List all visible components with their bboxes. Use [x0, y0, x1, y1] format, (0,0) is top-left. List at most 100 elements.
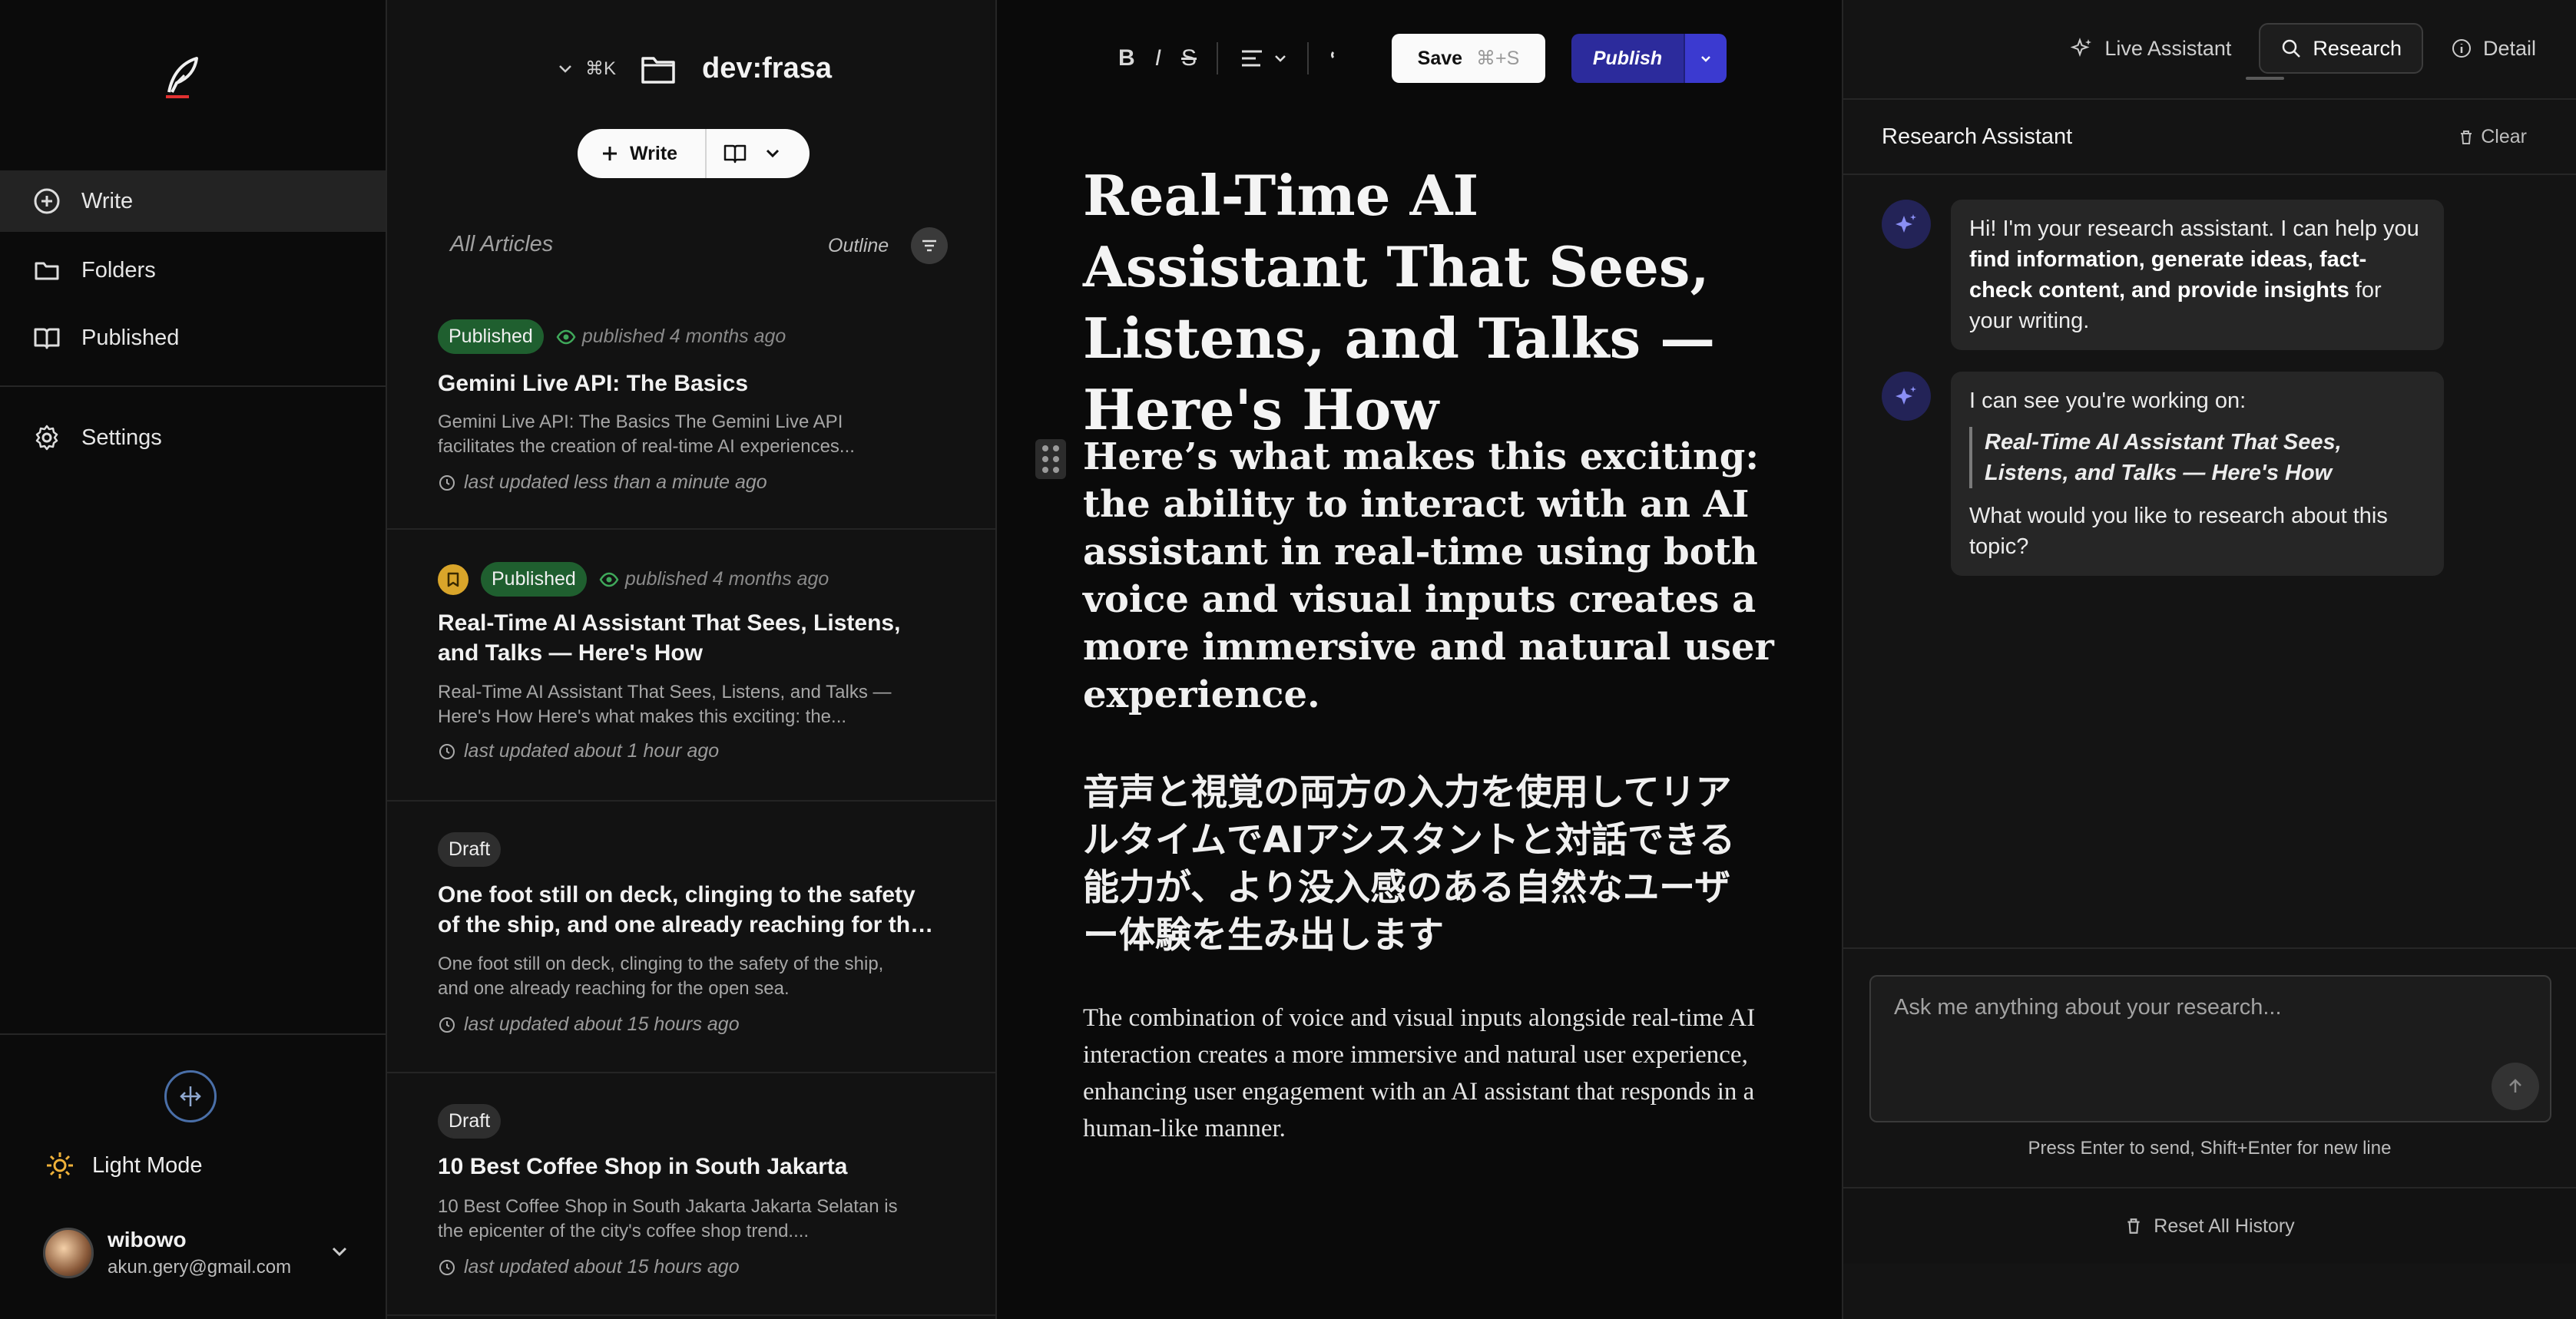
block-drag-handle[interactable] — [1035, 439, 1066, 479]
tab-research[interactable]: Research — [2259, 23, 2423, 74]
article-excerpt: Gemini Live API: The Basics The Gemini L… — [438, 412, 855, 457]
nav-divider — [0, 385, 386, 387]
write-label: Write — [630, 142, 678, 164]
nav-published[interactable]: Published — [0, 307, 386, 369]
reset-history-button[interactable]: Reset All History — [1843, 1187, 2576, 1264]
assistant-message: Hi! I'm your research assistant. I can h… — [1882, 200, 2444, 350]
article-updated: last updated about 15 hours ago — [438, 1256, 740, 1278]
folder-icon — [35, 262, 59, 280]
status-badge: Published — [481, 562, 587, 597]
toolbar-divider — [1217, 42, 1219, 74]
avatar — [43, 1228, 94, 1278]
clock-icon — [439, 1017, 455, 1033]
article-excerpt: Real-Time AI Assistant That Sees, Listen… — [438, 682, 892, 727]
list-item[interactable]: Published published 4 months ago Real-Ti… — [387, 530, 995, 802]
chevron-down-icon — [766, 149, 780, 158]
article-title: One foot still on deck, clinging to the … — [438, 882, 923, 937]
view-mode-button[interactable] — [707, 143, 782, 164]
toolbar-divider — [1307, 42, 1310, 74]
list-item[interactable]: Published published 4 months ago Gemini … — [387, 299, 995, 530]
article-excerpt: 10 Best Coffee Shop in South Jakarta Jak… — [438, 1196, 898, 1241]
plus-circle-icon — [34, 188, 60, 214]
save-button[interactable]: Save ⌘+S — [1392, 34, 1545, 83]
folder-icon — [641, 56, 675, 84]
message-bubble: Hi! I'm your research assistant. I can h… — [1951, 200, 2444, 350]
collapse-icon — [180, 1086, 201, 1106]
active-tab-indicator — [2246, 77, 2284, 80]
article-title-editor[interactable]: Real-Time AI Assistant That Sees, Listen… — [1083, 160, 1774, 445]
outline-toggle-button[interactable] — [911, 227, 948, 264]
app-logo[interactable] — [161, 52, 204, 101]
shortcut-hint: ⌘K — [585, 58, 617, 79]
chevron-down-icon — [1275, 55, 1286, 62]
nav-folders[interactable]: Folders — [0, 240, 386, 301]
collapse-sidebar-button[interactable] — [164, 1070, 217, 1122]
list-item[interactable]: Draft One foot still on deck, clinging t… — [387, 802, 995, 1073]
assistant-tabs: Live Assistant Research Detail — [2061, 23, 2545, 74]
search-icon — [2283, 39, 2301, 58]
article-list-panel: ⌘K dev:frasa Write All Articles Outline … — [387, 0, 997, 1319]
published-info: published 4 months ago — [556, 326, 786, 348]
user-menu[interactable]: wibowo akun.gery@gmail.com — [43, 1225, 350, 1281]
status-badge: Draft — [438, 832, 502, 867]
trash-icon — [2127, 1218, 2140, 1234]
status-badge: Draft — [438, 1104, 502, 1139]
article-title: Gemini Live API: The Basics — [438, 371, 749, 396]
write-button-group: Write — [578, 129, 810, 178]
eye-icon — [556, 329, 576, 344]
bottom-divider — [0, 1033, 386, 1035]
assistant-panel: Live Assistant Research Detail Research … — [1843, 0, 2576, 1319]
sparkle-icon — [1896, 214, 1916, 233]
outline-label[interactable]: Outline — [828, 235, 889, 257]
chevron-down-icon — [1701, 56, 1710, 62]
publish-options-button[interactable] — [1684, 34, 1727, 83]
nav-published-label: Published — [81, 325, 180, 350]
tab-live-assistant[interactable]: Live Assistant — [2061, 23, 2240, 74]
user-email: akun.gery@gmail.com — [108, 1257, 292, 1278]
sun-icon — [47, 1152, 73, 1179]
new-article-button[interactable]: Write — [578, 129, 707, 178]
theme-toggle[interactable]: Light Mode — [45, 1150, 203, 1181]
editor-panel: B I S Save ⌘+S Publish Real-Time AI Assi… — [997, 0, 1843, 1319]
input-hint: Press Enter to send, Shift+Enter for new… — [2028, 1138, 2392, 1159]
align-dropdown[interactable] — [1240, 48, 1287, 69]
nav-settings-label: Settings — [81, 425, 162, 450]
sparkle-icon — [1896, 386, 1916, 405]
strikethrough-button[interactable]: S — [1181, 45, 1197, 71]
eye-icon — [599, 572, 619, 587]
list-heading: All Articles — [450, 232, 554, 256]
align-left-icon — [1242, 50, 1263, 67]
paragraph-block[interactable]: The combination of voice and visual inpu… — [1083, 1000, 1774, 1147]
bold-button[interactable]: B — [1118, 45, 1135, 71]
japanese-heading-block[interactable]: 音声と視覚の両方の入力を使用してリアルタイムでAIアシスタントと対話できる能力が… — [1083, 769, 1759, 960]
filter-icon — [922, 240, 936, 252]
chevron-down-icon[interactable] — [556, 60, 574, 78]
publish-button[interactable]: Publish — [1571, 34, 1684, 83]
workspace-selector[interactable]: dev:frasa — [702, 52, 832, 85]
clock-icon — [439, 743, 455, 759]
chevron-down-icon — [332, 1247, 347, 1257]
article-title: Real-Time AI Assistant That Sees, Listen… — [438, 610, 901, 666]
trash-icon — [2461, 130, 2472, 144]
nav-folders-label: Folders — [81, 257, 156, 283]
list-item[interactable]: Draft 10 Best Coffee Shop in South Jakar… — [387, 1073, 995, 1316]
assistant-avatar — [1882, 372, 1931, 421]
plus-icon — [603, 147, 617, 160]
nav-settings[interactable]: Settings — [0, 407, 386, 468]
tab-detail[interactable]: Detail — [2442, 23, 2545, 74]
send-button[interactable] — [2492, 1063, 2539, 1110]
bookmark-icon — [438, 564, 469, 595]
article-excerpt: One foot still on deck, clinging to the … — [438, 954, 884, 999]
nav-write[interactable]: Write — [0, 170, 386, 232]
book-icon — [34, 328, 60, 349]
status-badge: Published — [438, 319, 544, 354]
research-input[interactable]: Ask me anything about your research... — [1869, 975, 2551, 1122]
save-shortcut: ⌘+S — [1476, 48, 1520, 69]
clear-button[interactable]: Clear — [2458, 126, 2527, 148]
nav-write-label: Write — [81, 188, 134, 213]
message-bubble: I can see you're working on: Real-Time A… — [1951, 372, 2444, 576]
quoted-title: Real-Time AI Assistant That Sees, Listen… — [1969, 427, 2425, 488]
italic-button[interactable]: I — [1155, 45, 1161, 71]
quote-icon[interactable] — [1330, 50, 1341, 67]
heading-block[interactable]: Here’s what makes this exciting: the abi… — [1083, 433, 1790, 719]
